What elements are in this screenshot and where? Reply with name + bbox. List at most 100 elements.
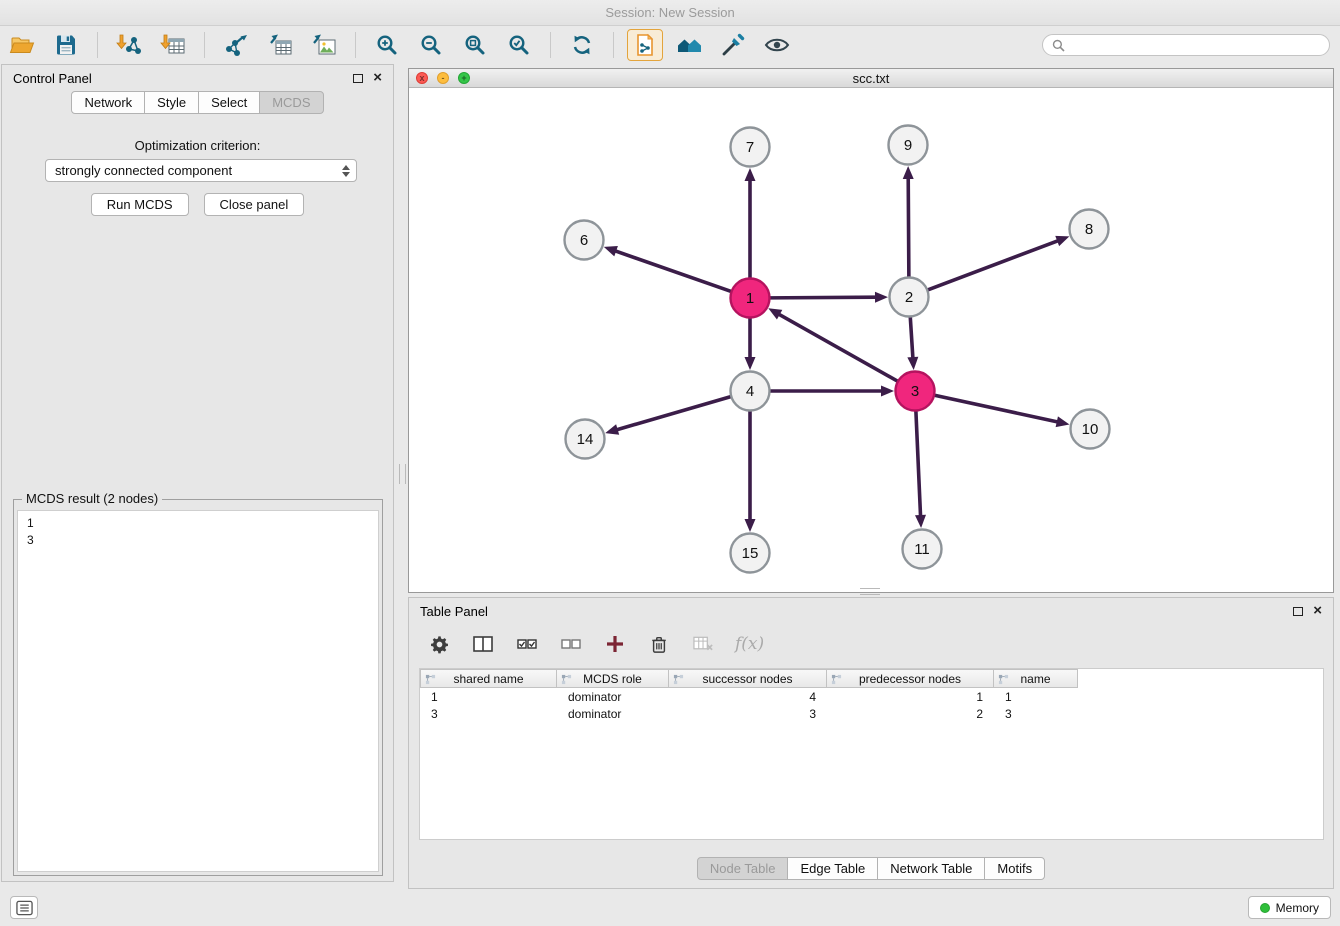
run-mcds-button[interactable]: Run MCDS	[91, 193, 189, 216]
edge-4-15[interactable]	[745, 411, 756, 532]
function-builder-button-disabled[interactable]: f(x)	[735, 634, 764, 654]
close-panel-button[interactable]: Close panel	[204, 193, 305, 216]
show-graphics-details-button[interactable]	[759, 29, 795, 61]
export-network-icon	[223, 33, 249, 57]
edge-1-6[interactable]	[604, 246, 731, 291]
tab-select[interactable]: Select	[198, 91, 260, 114]
export-table-button[interactable]	[262, 29, 298, 61]
maximize-window-icon[interactable]: +	[458, 72, 470, 84]
zoom-out-button[interactable]	[413, 29, 449, 61]
edge-4-3[interactable]	[770, 386, 894, 397]
control-panel-header: Control Panel	[2, 65, 393, 91]
show-columns-button[interactable]	[471, 632, 495, 656]
edge-1-7[interactable]	[745, 168, 756, 278]
graph-node-15[interactable]: 15	[731, 534, 770, 573]
task-history-button[interactable]	[10, 896, 38, 919]
create-column-button[interactable]	[603, 632, 627, 656]
graph-node-7[interactable]: 7	[731, 128, 770, 167]
search-box[interactable]	[1042, 34, 1330, 56]
close-window-icon[interactable]: x	[416, 72, 428, 84]
search-input[interactable]	[1070, 37, 1320, 54]
deselect-all-columns-button[interactable]	[559, 632, 583, 656]
cell-shared-name[interactable]: 3	[420, 707, 557, 721]
table-settings-button[interactable]	[427, 632, 451, 656]
node-label: 4	[746, 383, 754, 400]
network-canvas[interactable]: 7 9 6 8 1 2 4 3 14 10 15 11	[409, 88, 1333, 591]
export-network-button[interactable]	[218, 29, 254, 61]
column-header-successor-nodes[interactable]: successor nodes	[669, 669, 827, 688]
select-all-columns-button[interactable]	[515, 632, 539, 656]
edge-1-2[interactable]	[770, 292, 888, 303]
cell-mcds-role[interactable]: dominator	[557, 690, 669, 704]
table-tab-node-table[interactable]: Node Table	[697, 857, 789, 880]
table-row[interactable]: 1dominator411	[420, 688, 1323, 705]
tab-style[interactable]: Style	[144, 91, 199, 114]
edge-2-3[interactable]	[907, 317, 918, 370]
criterion-dropdown[interactable]: strongly connected component	[45, 159, 357, 182]
network-graph: 7 9 6 8 1 2 4 3 14 10 15 11	[409, 88, 1333, 591]
import-table-button[interactable]	[155, 29, 191, 61]
graph-node-3[interactable]: 3	[896, 372, 935, 411]
column-header-name[interactable]: name	[994, 669, 1078, 688]
share-document-button[interactable]	[627, 29, 663, 61]
cell-mcds-role[interactable]: dominator	[557, 707, 669, 721]
float-panel-icon[interactable]	[353, 74, 363, 83]
optimization-criterion-label: Optimization criterion:	[2, 138, 393, 153]
graph-node-8[interactable]: 8	[1070, 210, 1109, 249]
graph-node-10[interactable]: 10	[1071, 410, 1110, 449]
delete-column-button[interactable]	[647, 632, 671, 656]
edge-1-4[interactable]	[745, 318, 756, 370]
graph-node-2[interactable]: 2	[890, 278, 929, 317]
edge-3-11[interactable]	[915, 411, 926, 528]
network-window-titlebar[interactable]: x - + scc.txt	[409, 69, 1333, 88]
cell-shared-name[interactable]: 1	[420, 690, 557, 704]
graph-node-4[interactable]: 4	[731, 372, 770, 411]
table-tab-network-table[interactable]: Network Table	[877, 857, 985, 880]
edge-3-1[interactable]	[768, 308, 897, 381]
graph-node-9[interactable]: 9	[889, 126, 928, 165]
cell-predecessor-nodes[interactable]: 2	[827, 707, 994, 721]
home-button[interactable]	[671, 29, 707, 61]
edge-2-8[interactable]	[928, 236, 1070, 290]
edge-2-9[interactable]	[903, 166, 914, 277]
table-tab-motifs[interactable]: Motifs	[984, 857, 1045, 880]
delete-table-button-disabled[interactable]	[691, 632, 715, 656]
open-session-button[interactable]	[4, 29, 40, 61]
zoom-selected-button[interactable]	[501, 29, 537, 61]
float-table-panel-icon[interactable]	[1293, 607, 1303, 616]
graph-node-1[interactable]: 1	[731, 279, 770, 318]
cell-successor-nodes[interactable]: 3	[669, 707, 827, 721]
close-table-panel-icon[interactable]	[1313, 606, 1322, 616]
column-header-shared-name[interactable]: shared name	[420, 669, 557, 688]
column-header-predecessor-nodes[interactable]: predecessor nodes	[827, 669, 994, 688]
import-network-button[interactable]	[111, 29, 147, 61]
minimize-window-icon[interactable]: -	[437, 72, 449, 84]
vertical-splitter-grip[interactable]	[399, 464, 406, 484]
tab-network[interactable]: Network	[71, 91, 145, 114]
table-row[interactable]: 3dominator323	[420, 705, 1323, 722]
close-panel-icon[interactable]	[373, 73, 382, 83]
save-session-button[interactable]	[48, 29, 84, 61]
refresh-button[interactable]	[564, 29, 600, 61]
tab-mcds[interactable]: MCDS	[259, 91, 323, 114]
zoom-in-button[interactable]	[369, 29, 405, 61]
table-panel-title: Table Panel	[420, 604, 488, 619]
graph-node-6[interactable]: 6	[565, 221, 604, 260]
table-tab-edge-table[interactable]: Edge Table	[787, 857, 878, 880]
horizontal-splitter-grip[interactable]	[860, 588, 880, 595]
column-header-mcds-role[interactable]: MCDS role	[557, 669, 669, 688]
cell-predecessor-nodes[interactable]: 1	[827, 690, 994, 704]
edge-3-10[interactable]	[935, 395, 1070, 427]
cell-name[interactable]: 3	[994, 707, 1078, 721]
graph-node-14[interactable]: 14	[566, 420, 605, 459]
graph-node-11[interactable]: 11	[903, 530, 942, 569]
zoom-fit-button[interactable]	[457, 29, 493, 61]
memory-button[interactable]: Memory	[1248, 896, 1331, 919]
cell-successor-nodes[interactable]: 4	[669, 690, 827, 704]
apply-style-button[interactable]	[715, 29, 751, 61]
memory-status-icon	[1260, 903, 1270, 913]
title-bar[interactable]: Session: New Session	[0, 0, 1340, 26]
cell-name[interactable]: 1	[994, 690, 1078, 704]
export-image-button[interactable]	[306, 29, 342, 61]
edge-4-14[interactable]	[605, 397, 731, 435]
